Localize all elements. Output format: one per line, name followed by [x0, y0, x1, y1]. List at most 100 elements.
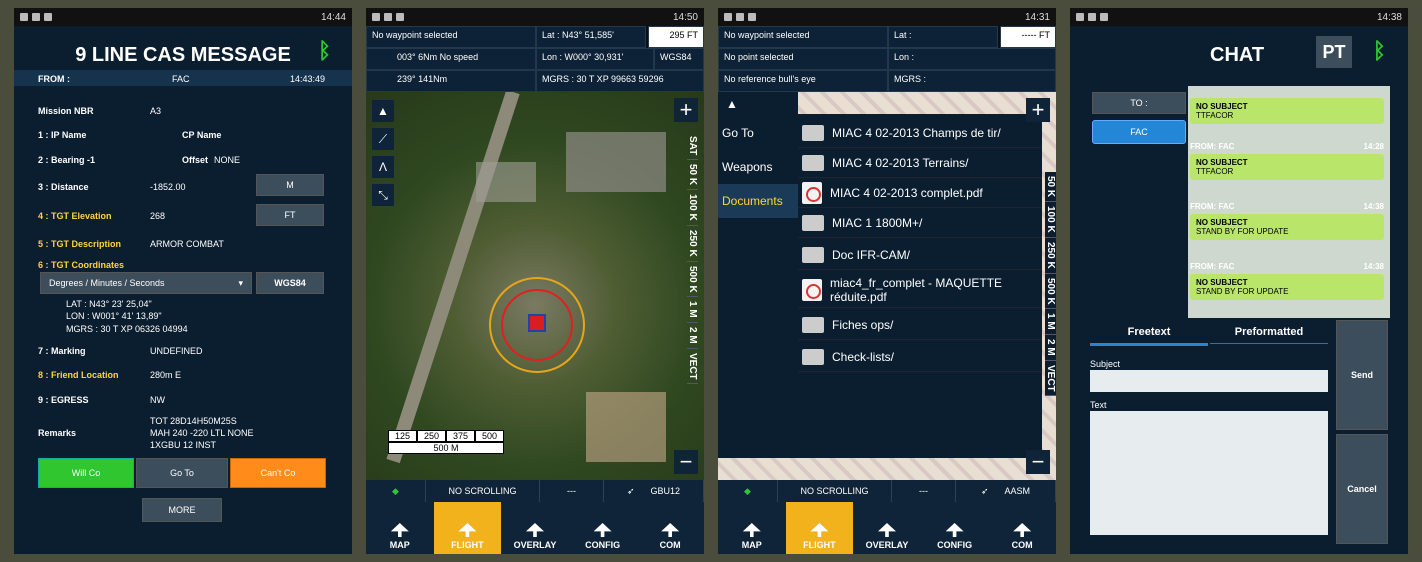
document-name: Fiches ops/ [832, 317, 894, 332]
cant-co-button[interactable]: Can't Co [230, 458, 326, 488]
scale-500k[interactable]: 500 K [687, 262, 698, 298]
document-item[interactable]: MIAC 1 1800M+/ [798, 208, 1042, 238]
send-button[interactable]: Send [1336, 320, 1388, 430]
fac-recipient-button[interactable]: FAC [1092, 120, 1186, 144]
expand-icon[interactable]: ⤡ [372, 184, 394, 206]
target-marker-icon[interactable] [528, 314, 546, 332]
nav-config[interactable]: CONFIG [921, 502, 989, 554]
scale-1m[interactable]: 1 M [687, 297, 698, 324]
menu-go-to[interactable]: Go To [718, 116, 798, 150]
bottom-nav: MAP FLIGHT OVERLAY CONFIG COM [366, 502, 704, 554]
plane-icon [458, 523, 477, 537]
scrolling-status[interactable]: NO SCROLLING [426, 480, 540, 502]
altitude-readout: 295 FT [648, 26, 704, 48]
menu-collapse-icon[interactable]: ▲ [718, 92, 746, 116]
plane-icon [810, 523, 829, 537]
tab-preformatted[interactable]: Preformatted [1210, 326, 1328, 344]
north-up-icon[interactable]: ▲ [372, 100, 394, 122]
message-bubble: NO SUBJECT STAND BY FOR UPDATE [1190, 274, 1384, 300]
scale-100k[interactable]: 100 K [687, 190, 698, 227]
cancel-button[interactable]: Cancel [1336, 434, 1388, 544]
scale-50k[interactable]: 50 K [687, 160, 698, 191]
lat-readout: Lat : N43° 51,585' [536, 26, 646, 48]
scale-2m[interactable]: 2 M [1045, 335, 1056, 361]
map-status-icon[interactable]: ◆ [718, 480, 778, 502]
nav-map[interactable]: MAP [366, 502, 434, 554]
chart-map[interactable]: ▲ Go To Weapons Documents MIAC 4 02-2013… [718, 92, 1056, 480]
message-body: STAND BY FOR UPDATE [1196, 227, 1289, 236]
scale-2m[interactable]: 2 M [687, 323, 698, 349]
map-scale-selector[interactable]: 50 K 100 K 250 K 500 K 1 M 2 M VECT [1045, 172, 1056, 397]
lon-readout: Lon : [888, 48, 1056, 70]
nav-flight[interactable]: FLIGHT [433, 502, 502, 554]
document-item[interactable]: MIAC 4 02-2013 complet.pdf [798, 178, 1042, 208]
nav-flight[interactable]: FLIGHT [785, 502, 854, 554]
document-item[interactable]: miac4_fr_complet - MAQUETTE réduite.pdf [798, 272, 1042, 308]
text-input[interactable] [1090, 411, 1328, 535]
document-item[interactable]: MIAC 4 02-2013 Terrains/ [798, 148, 1042, 178]
wgs84-button[interactable]: WGS84 [256, 272, 324, 294]
zoom-out-button[interactable]: − [674, 449, 698, 474]
bearing-label: 2 : Bearing -1 [38, 155, 96, 165]
map-tools: ▲ ⟋ Λ ⤡ [372, 100, 394, 206]
unit-m-button[interactable]: M [256, 174, 324, 196]
weapon-label: AASM [1004, 486, 1031, 496]
more-button[interactable]: MORE [142, 498, 222, 522]
nav-map[interactable]: MAP [718, 502, 786, 554]
bluetooth-icon[interactable]: ᛒ [1373, 38, 1386, 64]
message-body: STAND BY FOR UPDATE [1196, 287, 1289, 296]
scale-vect[interactable]: VECT [687, 349, 698, 385]
rocket-icon: ➶ [980, 485, 989, 496]
zoom-out-button[interactable]: − [1026, 449, 1050, 474]
measure-icon[interactable]: ⟋ [372, 128, 394, 150]
tgt-lon: LON : W001° 41' 13,89" [66, 311, 162, 321]
will-co-button[interactable]: Will Co [38, 458, 134, 488]
tools-icon [593, 523, 612, 537]
document-item[interactable]: MIAC 4 02-2013 Champs de tir/ [798, 118, 1042, 148]
unit-ft-button[interactable]: FT [256, 204, 324, 226]
compass-icon[interactable]: Λ [372, 156, 394, 178]
map-screen: 14:50 No waypoint selected 003° 6Nm No s… [366, 8, 704, 554]
remarks-line-1: TOT 28D14H50M25S [150, 416, 237, 426]
scale-vect[interactable]: VECT [1045, 361, 1056, 397]
weapon-selector[interactable]: ➶ AASM [956, 480, 1056, 502]
nav-overlay[interactable]: OVERLAY [501, 502, 569, 554]
scale-500k[interactable]: 500 K [1045, 274, 1056, 310]
nav-com-label: COM [1011, 540, 1033, 550]
menu-weapons[interactable]: Weapons [718, 150, 798, 184]
scale-50k[interactable]: 50 K [1045, 172, 1056, 203]
zoom-in-button[interactable]: + [1026, 97, 1050, 122]
document-item[interactable]: Check-lists/ [798, 342, 1042, 372]
nav-com[interactable]: COM [636, 502, 704, 554]
go-to-button[interactable]: Go To [136, 458, 228, 488]
zoom-in-button[interactable]: + [674, 97, 698, 122]
bluetooth-icon[interactable]: ᛒ [318, 38, 332, 66]
map-scale-selector[interactable]: SAT 50 K 100 K 250 K 500 K 1 M 2 M VECT [687, 132, 698, 385]
message-header: FROM: FAC 14:38 [1190, 262, 1384, 271]
folder-icon [802, 214, 824, 231]
nav-flight-label: FLIGHT [803, 540, 836, 550]
scale-1m[interactable]: 1 M [1045, 309, 1056, 335]
subject-input[interactable] [1090, 370, 1328, 392]
message-subject: NO SUBJECT [1196, 102, 1248, 111]
coordinate-format-select[interactable]: Degrees / Minutes / Seconds ▾ [40, 272, 252, 294]
nav-overlay[interactable]: OVERLAY [853, 502, 921, 554]
satellite-map[interactable]: + − ▲ ⟋ Λ ⤡ SAT 50 K 100 K 250 K 500 K 1… [366, 92, 704, 480]
scale-250k[interactable]: 250 K [687, 226, 698, 262]
weapon-selector[interactable]: ➶ GBU12 [604, 480, 704, 502]
scrolling-status[interactable]: NO SCROLLING [778, 480, 892, 502]
nav-com[interactable]: COM [988, 502, 1056, 554]
scale-tick: 500 [475, 430, 504, 442]
tgt-lat: LAT : N43° 23' 25,04" [66, 299, 152, 309]
mission-label: Mission NBR [38, 106, 94, 116]
user-badge[interactable]: PT [1316, 36, 1352, 68]
tab-freetext[interactable]: Freetext [1090, 326, 1208, 346]
nav-config[interactable]: CONFIG [569, 502, 637, 554]
scale-100k[interactable]: 100 K [1045, 202, 1056, 238]
menu-documents[interactable]: Documents [718, 184, 798, 218]
document-item[interactable]: Fiches ops/ [798, 310, 1042, 340]
document-item[interactable]: Doc IFR-CAM/ [798, 240, 1042, 270]
map-status-icon[interactable]: ◆ [366, 480, 426, 502]
scale-sat[interactable]: SAT [687, 132, 698, 161]
scale-250k[interactable]: 250 K [1045, 238, 1056, 274]
